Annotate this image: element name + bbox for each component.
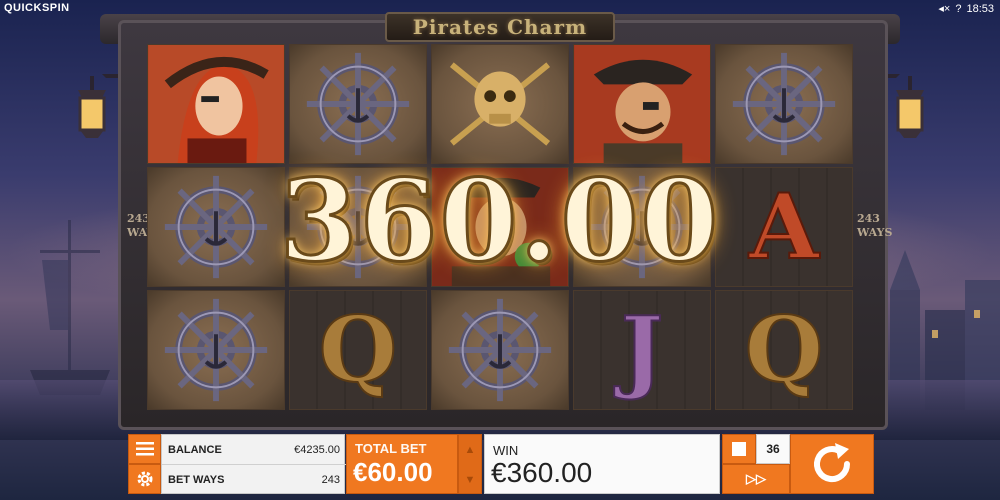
bet-ways-label: BET WAYS	[168, 474, 225, 486]
bet-ways-row: BET WAYS 243	[162, 465, 346, 495]
info-panel: BALANCE €4235.00 BET WAYS 243	[161, 434, 346, 495]
menu-button[interactable]	[128, 434, 161, 464]
balance-value: €4235.00	[294, 443, 340, 456]
letter-symbol: J	[620, 296, 665, 404]
lantern-icon	[78, 74, 120, 138]
bet-ways-value: 243	[321, 474, 340, 486]
bet-increase-button[interactable]: ▲	[459, 435, 481, 465]
letter-symbol: Q	[318, 296, 398, 404]
bet-decrease-button[interactable]: ▼	[459, 465, 481, 495]
reel-symbol-pirate-lady	[147, 44, 285, 164]
spin-button[interactable]	[790, 434, 874, 494]
autoplay-count: 36	[756, 434, 790, 464]
settings-button[interactable]	[128, 464, 161, 494]
speaker-mute-icon[interactable]: ◂×	[938, 2, 950, 15]
win-label: WIN	[493, 443, 519, 458]
reel-symbol-q: Q	[289, 290, 427, 410]
win-panel: WIN €360.00	[484, 434, 720, 494]
letter-symbol: Q	[744, 296, 824, 404]
game-title: Pirates Charm	[385, 12, 615, 42]
reel-symbol-j: J	[573, 290, 711, 410]
big-win-amount: 360.00	[278, 156, 721, 287]
clock: 18:53	[966, 2, 994, 15]
ways-label-right: 243 WAYS	[857, 212, 892, 239]
reel-symbol-q: Q	[715, 290, 853, 410]
spin-arrow-icon	[814, 443, 851, 483]
total-bet-value: €60.00	[353, 457, 433, 487]
bet-stepper: ▲ ▼	[458, 434, 482, 494]
reel-symbol-ship-wheel	[289, 44, 427, 164]
autoplay-button[interactable]	[722, 434, 756, 464]
lantern-icon	[882, 74, 924, 138]
reel-symbol-ship-wheel	[431, 290, 569, 410]
reel-symbol-ship-wheel	[715, 44, 853, 164]
reel-symbol-skull-swords	[431, 44, 569, 164]
gear-icon	[137, 471, 152, 487]
win-value: €360.00	[491, 457, 593, 488]
reel-symbol-pirate-captain	[573, 44, 711, 164]
balance-label: BALANCE	[168, 443, 222, 456]
total-bet-label: TOTAL BET	[355, 441, 427, 456]
status-bar: ◂× ? 18:53	[938, 2, 994, 16]
stop-square-icon	[732, 442, 746, 456]
quickspin-logo: QUICKSPIN	[4, 2, 70, 14]
ways-label-left: 243 WAYS	[127, 212, 162, 239]
hamburger-menu-icon	[135, 442, 154, 456]
balance-row: BALANCE €4235.00	[162, 435, 346, 465]
turbo-button[interactable]: ▷▷	[722, 464, 790, 494]
total-bet-panel[interactable]: TOTAL BET €60.00	[346, 434, 458, 494]
reel-symbol-ship-wheel	[147, 290, 285, 410]
help-button[interactable]: ?	[955, 3, 961, 15]
